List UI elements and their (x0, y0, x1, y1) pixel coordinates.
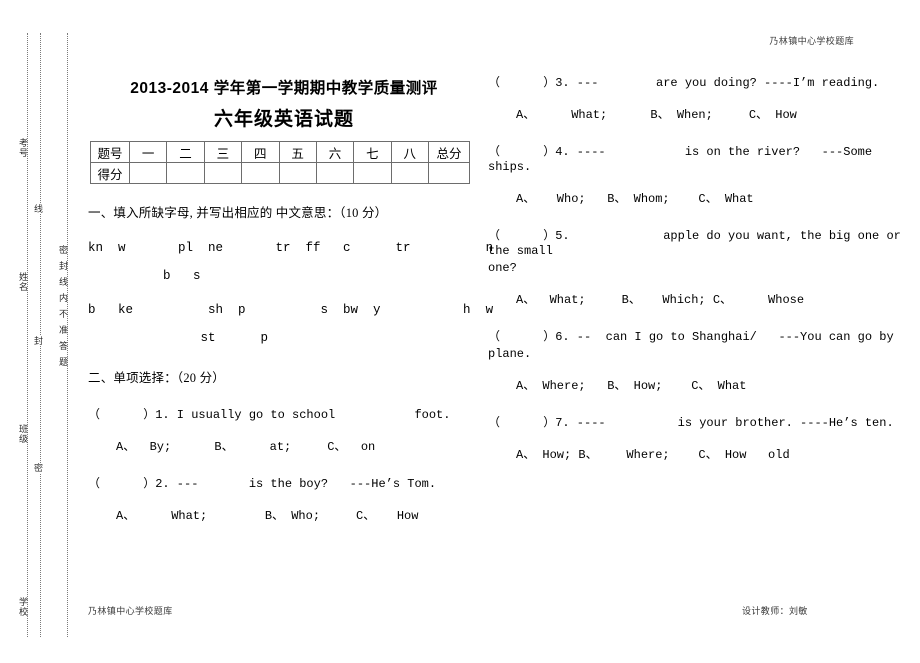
score-table-col-6: 六 (315, 141, 355, 163)
seal-char-line: 线 (33, 204, 43, 214)
score-cell-8[interactable] (390, 162, 430, 184)
score-cell-6[interactable] (315, 162, 355, 184)
score-table-col-2: 二 (166, 141, 205, 163)
score-cell-7[interactable] (353, 162, 392, 184)
score-table-row-label-score: 得分 (90, 162, 130, 184)
question-4-stem: （ ）4. ---- is on the river? ---Some ship… (488, 145, 880, 174)
question-5-stem: （ ）5. apple do you want, the big one or … (488, 229, 909, 258)
section-one-word-line-3: b ke sh p s bw y h w (88, 303, 494, 317)
seal-char-seal: 封 (33, 336, 43, 346)
question-7-stem: （ ）7. ---- is your brother. ----He’s ten… (488, 416, 894, 430)
seal-label-class: 班级 (18, 424, 28, 444)
seal-line-rule-middle (40, 33, 41, 637)
score-table-col-1: 一 (128, 141, 168, 163)
section-one-word-line-2: b s (88, 269, 201, 283)
question-1-options[interactable]: A、 By; B、 at; C、 on (88, 440, 480, 455)
seal-label-name: 姓名 (18, 272, 28, 292)
table-row-scores: 得分 (90, 162, 470, 184)
score-cell-total[interactable] (428, 162, 470, 184)
question-3-options[interactable]: A、 What; B、 When; C、 How (488, 108, 908, 123)
content-column-right: （ ）3. --- are you doing? ----I’m reading… (488, 76, 908, 463)
question-5-options[interactable]: A、 What; B、 Which; C、 Whose (488, 293, 908, 308)
seal-warning-text: 密封线内不准答题 (58, 245, 68, 373)
question-7-options[interactable]: A、 How; B、 Where; C、 How old (488, 448, 908, 463)
seal-line-rule-outer (27, 33, 28, 637)
score-table-col-total: 总分 (428, 141, 470, 163)
question-5-stem-wrap: one? (488, 261, 517, 275)
score-cell-3[interactable] (203, 162, 243, 184)
score-table-col-4: 四 (241, 141, 280, 163)
question-6-stem: （ ）6. -- can I go to Shanghai/ ---You ca… (488, 330, 894, 344)
score-cell-5[interactable] (278, 162, 317, 184)
exam-paper-page: 乃林镇中心学校题库 考号 姓名 班级 学校 线 封 密 密封线内不准答题 201… (0, 0, 920, 663)
section-one-word-line-1: kn w pl ne tr ff c tr n (88, 241, 494, 255)
running-footer-left: 乃林镇中心学校题库 (88, 606, 173, 616)
section-one-heading: 一、填入所缺字母, 并写出相应的 中文意思：（10 分） (88, 206, 388, 220)
question-6-options[interactable]: A、 Where; B、 How; C、 What (488, 379, 908, 394)
running-footer-right: 设计教师：刘敏 (742, 606, 808, 616)
content-column-left: 2013-2014 学年第一学期期中教学质量测评 六年级英语试题 题号 一 二 … (88, 76, 494, 524)
score-cell-4[interactable] (241, 162, 280, 184)
question-2-options[interactable]: A、 What; B、 Who; C、 How (88, 509, 480, 524)
score-cell-2[interactable] (166, 162, 205, 184)
score-table-col-5: 五 (278, 141, 317, 163)
score-table-col-3: 三 (203, 141, 243, 163)
score-cell-1[interactable] (128, 162, 168, 184)
seal-label-exam-number: 考号 (18, 138, 28, 158)
page-title-sub: 六年级英语试题 (213, 109, 354, 130)
section-one-word-line-4: st p (88, 331, 269, 345)
question-1-stem: （ ）1. I usually go to school foot. (88, 408, 451, 422)
question-4-options[interactable]: A、 Who; B、 Whom; C、 What (488, 192, 908, 207)
seal-char-密: 密 (33, 463, 43, 473)
score-table-col-8: 八 (390, 141, 430, 163)
score-table: 题号 一 二 三 四 五 六 七 八 总分 得分 (90, 141, 470, 184)
running-header: 乃林镇中心学校题库 (769, 36, 854, 46)
question-2-stem: （ ）2. --- is the boy? ---He’s Tom. (88, 477, 437, 491)
score-table-col-7: 七 (353, 141, 392, 163)
page-title-main: 2013-2014 学年第一学期期中教学质量测评 (130, 80, 438, 97)
question-6-stem-wrap: plane. (488, 347, 532, 361)
table-row-header: 题号 一 二 三 四 五 六 七 八 总分 (90, 141, 470, 163)
section-two-heading: 二、单项选择：（20 分） (88, 371, 225, 385)
seal-label-school: 学校 (18, 597, 28, 617)
question-3-stem: （ ）3. --- are you doing? ----I’m reading… (488, 76, 880, 90)
score-table-row-label-question-no: 题号 (90, 141, 130, 163)
